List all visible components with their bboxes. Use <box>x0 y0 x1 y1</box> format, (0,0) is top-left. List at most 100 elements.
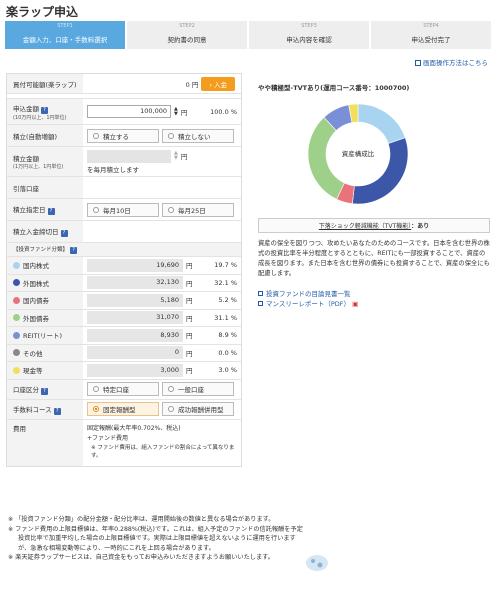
step-label: 申込受付完了 <box>411 36 451 44</box>
amount-sub: (10万円以上、1円単位) <box>13 114 67 121</box>
tvt-link[interactable]: 下落ショック軽減機能（TVT機能） <box>319 223 411 230</box>
fund-name: 外国株式 <box>23 279 49 288</box>
fund-value: 3,000 <box>87 363 183 377</box>
help-icon[interactable]: ? <box>60 230 68 237</box>
fund-unit: 円 <box>186 314 193 323</box>
fund-unit: 円 <box>186 367 193 376</box>
tvt-value: ：あり <box>411 223 430 230</box>
step-4: STEP4 申込受付完了 <box>371 21 491 49</box>
tsumitate-no-radio[interactable]: 積立しない <box>162 128 234 143</box>
available-value: 0 円 <box>185 80 199 89</box>
fund-value: 19,690 <box>87 258 183 272</box>
fee-label: 手数料コース? <box>7 399 83 419</box>
donut-center-label: 資産構成比 <box>342 149 375 158</box>
footnotes: ※ 「投資ファンド分類」の配分金額・配分比率は、運用開始後の数値と異なる場合があ… <box>6 515 306 563</box>
help-icon[interactable]: ? <box>41 106 48 114</box>
date-25-radio[interactable]: 毎月25日 <box>162 202 234 217</box>
legend-dot <box>13 296 20 304</box>
fund-row: 国内債券 5,180 円 5.2 % <box>7 292 241 310</box>
fund-value: 32,130 <box>87 276 183 290</box>
fund-unit: 円 <box>186 297 193 306</box>
amount-input[interactable]: 100,000 <box>87 105 171 118</box>
help-link[interactable]: 画面操作方法はこちら <box>415 57 488 67</box>
date-label: 積立指定日? <box>7 199 83 220</box>
footnote: ※ 「投資ファンド分類」の配分金額・配分比率は、運用開始後の数値と異なる場合があ… <box>8 516 275 523</box>
fund-unit: 円 <box>186 279 193 288</box>
step-indicator: STEP1 金額入力、口座・手数料選択 STEP2 契約書の同意 STEP3 申込内容を確… <box>5 21 491 49</box>
step-num: STEP1 <box>57 23 73 29</box>
fund-value: 8,930 <box>87 328 183 342</box>
window-icon <box>415 60 421 66</box>
fund-name: 現金等 <box>23 367 43 376</box>
deposit-button[interactable]: › 入金 <box>201 76 235 91</box>
fund-pct: 3.0 % <box>218 366 237 375</box>
footnote: ※ 楽天証券ラップサービスは、自己資金をもってお申込みいただきますようお願いいた… <box>8 554 274 561</box>
order-form: 買付可能額(楽ラップ) 0 円 › 入金 申込金額? (10万円以上、1円単位) … <box>6 73 242 467</box>
course-description: 資産の保全を図りつつ、攻めたいあなたのためのコースです。日本を含む世界の株式の投… <box>258 240 490 277</box>
fund-pct: 19.7 % <box>214 261 237 270</box>
help-icon[interactable]: ? <box>53 407 61 415</box>
help-icon[interactable]: ? <box>70 247 78 254</box>
help-link-text[interactable]: 画面操作方法はこちら <box>423 59 488 67</box>
account-ippan-radio[interactable]: 一般口座 <box>162 382 234 396</box>
step-1: STEP1 金額入力、口座・手数料選択 <box>5 21 125 49</box>
step-label: 契約書の同意 <box>167 36 207 44</box>
amount-label: 申込金額? (10万円以上、1円単位) <box>7 99 83 124</box>
withdraw-label: 引落口座 <box>7 177 83 198</box>
pie-slice-1 <box>357 103 406 144</box>
legend-dot <box>13 314 20 322</box>
tsumitate-input[interactable] <box>87 149 171 163</box>
tsumitate-yes-radio[interactable]: 積立する <box>87 128 159 143</box>
step-num: STEP4 <box>423 23 439 29</box>
fund-pct: 5.2 % <box>218 296 237 305</box>
legend-dot <box>13 349 20 357</box>
help-icon[interactable]: ? <box>47 208 55 215</box>
fund-unit: 円 <box>186 332 193 341</box>
asset-allocation-chart: 資産構成比 <box>307 103 409 205</box>
pie-slice-2 <box>352 137 409 205</box>
cost-line3: ※ ファンド費用は、組入ファンドの割合によって異なります。 <box>91 444 235 459</box>
window-icon <box>258 291 263 296</box>
auto-label: 積立(自動増額) <box>7 125 83 146</box>
cost-label: 費用 <box>7 419 83 466</box>
tvt-box: 下落ショック軽減機能（TVT機能）：あり <box>258 218 490 233</box>
tsumitate-note: を毎月積立します <box>87 165 139 174</box>
amount-pct: 100.0 % <box>210 107 237 116</box>
step-num: STEP3 <box>301 23 317 29</box>
fund-name: その他 <box>23 349 43 358</box>
step-label: 申込内容を確認 <box>286 36 332 44</box>
fund-name: 国内債券 <box>23 297 49 306</box>
fund-value: 31,070 <box>87 311 183 325</box>
step-label: 金額入力、口座・手数料選択 <box>22 36 108 44</box>
fund-pct: 32.1 % <box>214 278 237 287</box>
fund-row: 外国株式 32,130 円 32.1 % <box>7 274 241 292</box>
account-tokutei-radio[interactable]: 特定口座 <box>87 382 159 396</box>
legend-dot <box>13 366 20 374</box>
fund-row: 国内株式 19,690 円 19.7 % <box>7 257 241 275</box>
monthly-report-link[interactable]: マンスリーレポート（PDF） ▣ <box>258 299 358 309</box>
fund-pct: 8.9 % <box>218 331 237 340</box>
fund-row: その他 0 円 0.0 % <box>7 344 241 362</box>
pie-slice-4 <box>307 116 345 200</box>
help-icon[interactable]: ? <box>41 387 48 395</box>
fund-pct: 31.1 % <box>214 313 237 322</box>
legend-dot <box>13 261 20 269</box>
tsumitate-label: 積立金額 (1万円以上、1円単位) <box>7 147 83 176</box>
amount-stepper[interactable]: ▲ ▼ <box>174 106 178 117</box>
cow-logo-icon <box>306 555 328 571</box>
fee-fixed-radio[interactable]: 固定報酬型 <box>87 402 159 416</box>
cost-line1: 固定報酬(最大年率0.702%、税込) <box>87 424 181 432</box>
fund-unit: 円 <box>186 349 193 358</box>
fund-name: 国内株式 <box>23 262 49 271</box>
fund-row: REIT(リート) 8,930 円 8.9 % <box>7 327 241 345</box>
date-10-radio[interactable]: 毎月10日 <box>87 202 159 217</box>
window-icon <box>258 301 263 306</box>
fee-success-radio[interactable]: 成功報酬併用型 <box>162 402 234 416</box>
legend-dot <box>13 279 20 287</box>
prospectus-link[interactable]: 投資ファンドの目論見書一覧 <box>258 289 358 299</box>
course-title: やや積極型-TVTあり(運用コース番号：1000700) <box>258 84 410 92</box>
fund-value: 0 <box>87 346 183 360</box>
entry-label: 積立入金締切日? <box>7 221 83 242</box>
fund-row: 外国債券 31,070 円 31.1 % <box>7 309 241 327</box>
step-3: STEP3 申込内容を確認 <box>249 21 369 49</box>
